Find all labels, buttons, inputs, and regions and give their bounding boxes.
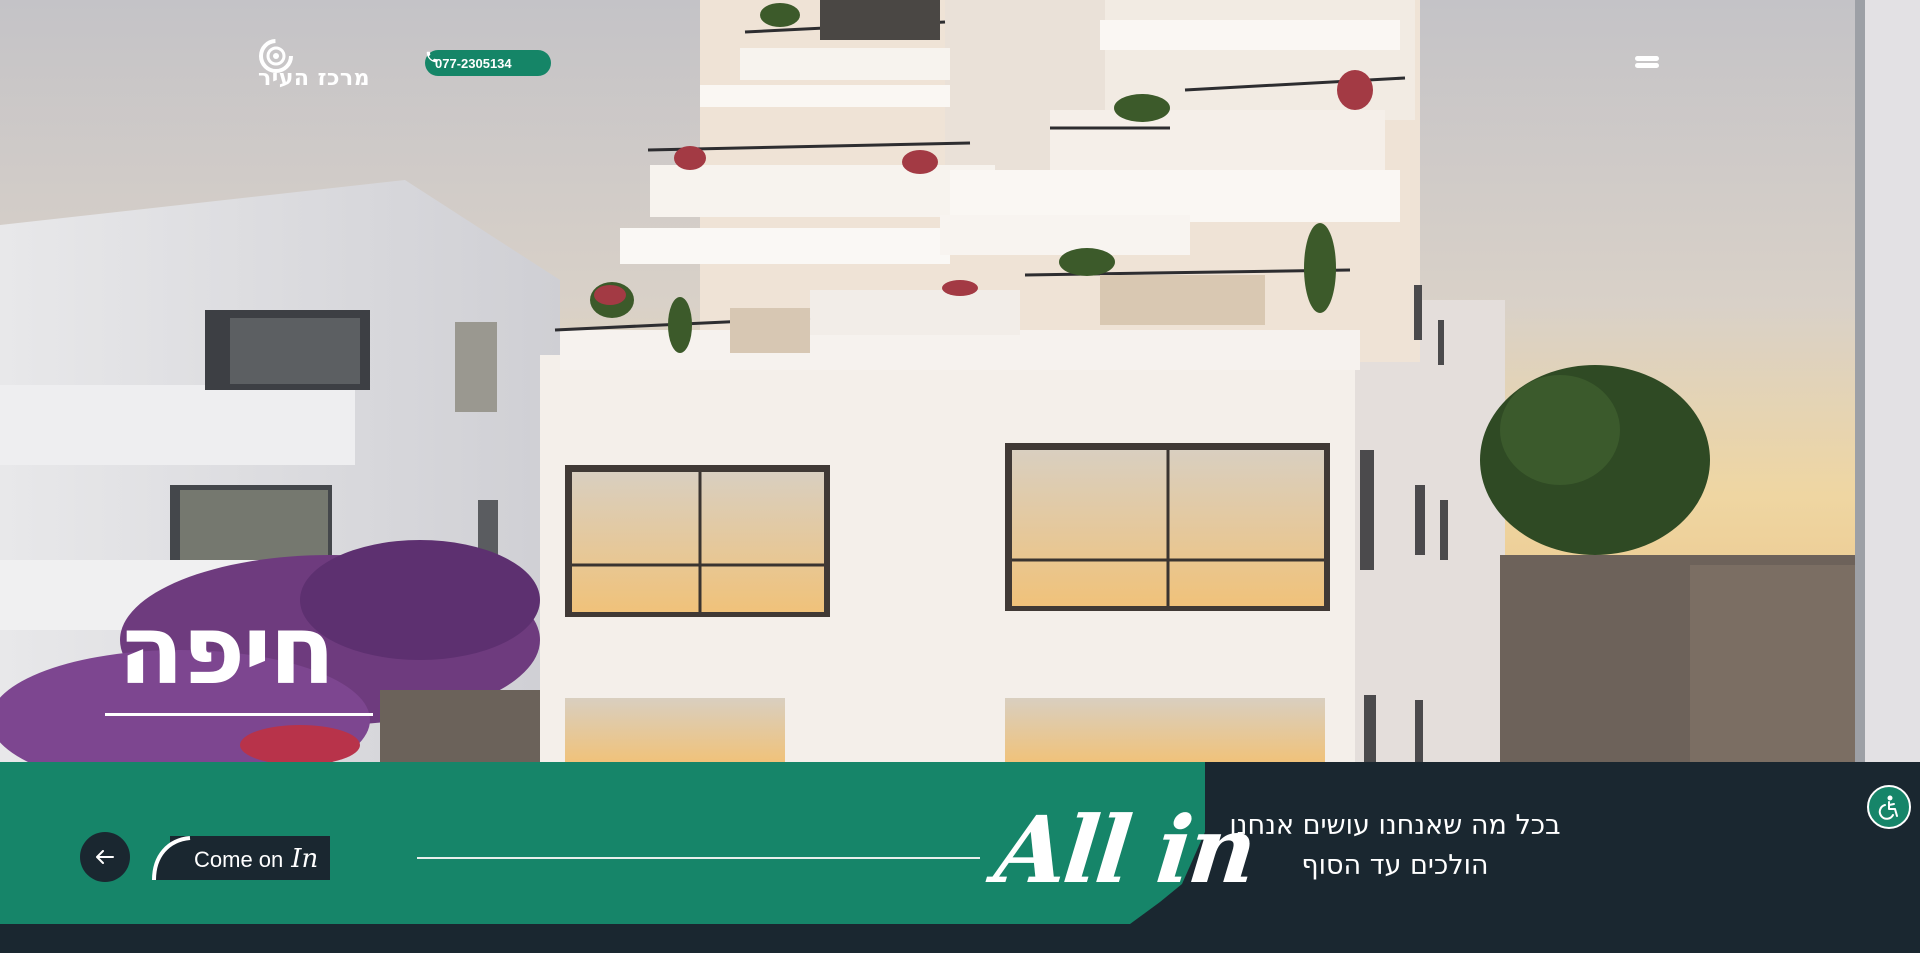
phone-icon [426, 51, 438, 63]
come-on-arc [152, 836, 194, 880]
city-title: חיפה [118, 594, 335, 706]
hamburger-menu-icon[interactable] [1633, 56, 1661, 72]
hero-section: מרכז העיר 077-2305134 חיפה [0, 0, 1920, 762]
cta-label: Come on [194, 847, 284, 872]
come-on-label: Come on In [194, 844, 318, 874]
back-arrow-button[interactable] [80, 832, 130, 882]
accessibility-button[interactable] [1867, 785, 1911, 829]
accessibility-icon [1878, 795, 1898, 820]
arrow-left-icon [96, 850, 114, 864]
phone-button[interactable]: 077-2305134 [425, 50, 551, 76]
come-on-in-button[interactable]: Come on In [150, 836, 330, 880]
slogan-line-2: הולכים עד הסוף [1301, 850, 1489, 881]
site-logo[interactable]: מרכז העיר [258, 38, 388, 90]
cta-script: In [291, 844, 319, 874]
city-title-underline [105, 713, 373, 716]
target-logo-icon [259, 39, 293, 73]
phone-number: 077-2305134 [435, 55, 512, 71]
slogan: בכל מה שאנחנו עושים אנחנו הולכים עד הסוף [1215, 806, 1575, 886]
slogan-line-1: בכל מה שאנחנו עושים אנחנו [1229, 810, 1561, 841]
divider-line [417, 857, 980, 859]
